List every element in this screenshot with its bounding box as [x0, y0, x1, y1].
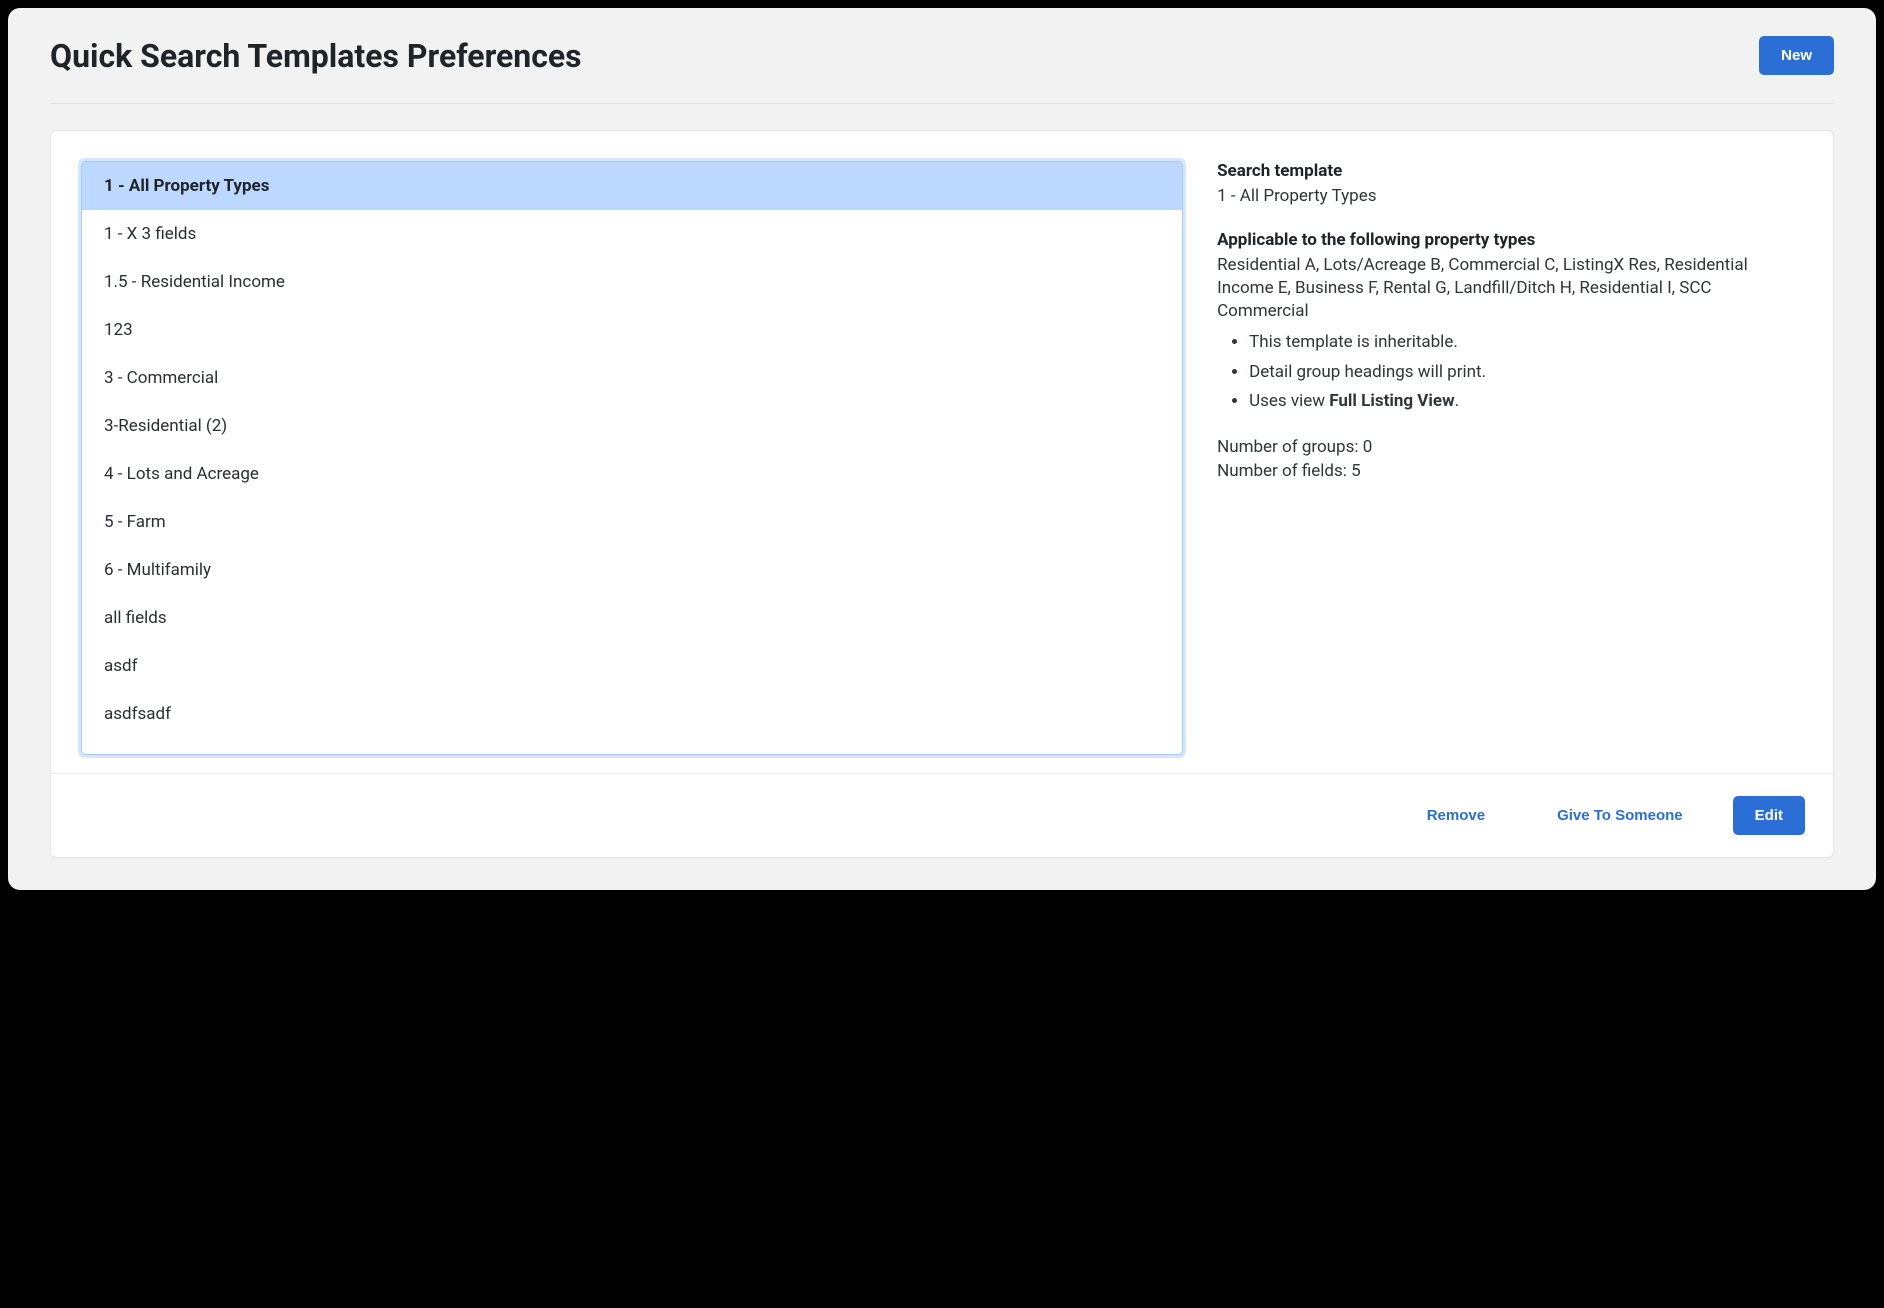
templates-card: 1 - All Property Types1 - X 3 fields1.5 … — [50, 130, 1834, 858]
edit-button[interactable]: Edit — [1733, 796, 1805, 835]
list-item[interactable]: 6 - Multifamily — [82, 546, 1182, 594]
fields-count: Number of fields: 5 — [1217, 460, 1803, 484]
template-label: Search template — [1217, 161, 1803, 181]
uses-view-prefix: Uses view — [1249, 391, 1329, 411]
property-headings-print: Detail group headings will print. — [1249, 361, 1803, 385]
list-item[interactable]: 1.5 - Residential Income — [82, 258, 1182, 306]
list-item[interactable]: 4 - Lots and Acreage — [82, 450, 1182, 498]
list-item[interactable]: all fields — [82, 594, 1182, 642]
list-item[interactable]: asdfsadf — [82, 690, 1182, 738]
list-item[interactable]: 5 - Farm — [82, 498, 1182, 546]
preferences-window: Quick Search Templates Preferences New 1… — [8, 8, 1876, 890]
card-body: 1 - All Property Types1 - X 3 fields1.5 … — [51, 131, 1833, 773]
template-properties: This template is inheritable. Detail gro… — [1217, 331, 1803, 414]
applicable-types: Residential A, Lots/Acreage B, Commercia… — [1217, 254, 1803, 323]
applicable-label: Applicable to the following property typ… — [1217, 230, 1803, 250]
uses-view-suffix: . — [1455, 391, 1459, 411]
list-item[interactable]: asdf — [82, 642, 1182, 690]
new-button[interactable]: New — [1759, 36, 1834, 75]
card-footer: Remove Give To Someone Edit — [51, 773, 1833, 857]
give-to-someone-button[interactable]: Give To Someone — [1535, 796, 1705, 835]
uses-view-name: Full Listing View — [1329, 391, 1454, 411]
list-item[interactable]: 1 - All Property Types — [82, 162, 1182, 210]
list-item[interactable]: 3-Residential (2) — [82, 402, 1182, 450]
detail-panel: Search template 1 - All Property Types A… — [1217, 161, 1803, 755]
template-stats: Number of groups: 0 Number of fields: 5 — [1217, 436, 1803, 484]
property-uses-view: Uses view Full Listing View. — [1249, 390, 1803, 414]
list-item[interactable]: 3 - Commercial — [82, 354, 1182, 402]
page-title: Quick Search Templates Preferences — [50, 37, 582, 75]
applicable-block: Applicable to the following property typ… — [1217, 230, 1803, 414]
property-inheritable: This template is inheritable. — [1249, 331, 1803, 355]
list-item[interactable]: 123 — [82, 306, 1182, 354]
template-listbox[interactable]: 1 - All Property Types1 - X 3 fields1.5 … — [81, 161, 1183, 755]
list-item[interactable]: 1 - X 3 fields — [82, 210, 1182, 258]
groups-count: Number of groups: 0 — [1217, 436, 1803, 460]
template-name-block: Search template 1 - All Property Types — [1217, 161, 1803, 208]
remove-button[interactable]: Remove — [1405, 796, 1507, 835]
template-name: 1 - All Property Types — [1217, 185, 1803, 208]
header: Quick Search Templates Preferences New — [50, 28, 1834, 104]
